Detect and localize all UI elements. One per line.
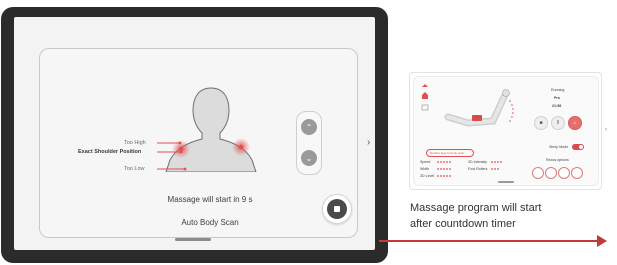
preset-3[interactable] xyxy=(558,167,570,179)
program-name: Pro xyxy=(554,96,560,100)
body-scan-card: Too High Exact Shoulder Position Too Low… xyxy=(39,48,358,238)
recs-label: Recos options xyxy=(546,158,569,162)
chair-illustration xyxy=(444,89,514,127)
move-down-button[interactable]: ⌄ xyxy=(301,150,317,166)
caption-line-1: Massage program will start xyxy=(410,202,542,214)
running-status: Running xyxy=(551,88,565,92)
stop-icon xyxy=(334,206,340,212)
running-screen-thumbnail: Decline legs to body scan Speed Width 3D… xyxy=(409,72,607,190)
move-up-button[interactable]: ⌃ xyxy=(301,119,317,135)
tablet-screen: Too High Exact Shoulder Position Too Low… xyxy=(14,17,375,250)
label-exact-shoulder-position: Exact Shoulder Position xyxy=(78,149,142,155)
transition-arrow-head xyxy=(597,235,607,247)
caption-line-2: after countdown timer xyxy=(410,218,516,230)
countdown-status: Massage will start in 9 s xyxy=(167,195,253,204)
preset-4[interactable] xyxy=(571,167,583,179)
setting-level-dots xyxy=(437,161,451,177)
setting-foot-rollers: Foot Rollers xyxy=(468,167,488,171)
transition-arrow-line xyxy=(379,240,601,242)
preset-1[interactable] xyxy=(532,167,544,179)
home-indicator[interactable] xyxy=(175,238,211,241)
chevron-down-icon: ⌄ xyxy=(305,153,313,163)
home-button-small[interactable]: ⌂ xyxy=(568,116,582,130)
setting-width: Width xyxy=(420,167,430,171)
preset-2[interactable] xyxy=(545,167,557,179)
program-timer: 21:58 xyxy=(552,104,562,108)
stop-button[interactable] xyxy=(322,194,352,224)
label-too-high: Too High xyxy=(124,140,146,146)
setting-level-dots-2 xyxy=(491,161,502,170)
scan-pill[interactable]: Decline legs to body scan xyxy=(426,149,474,157)
setting-3d-level: 3D Level xyxy=(420,174,435,178)
sleep-mode-toggle[interactable] xyxy=(572,144,584,150)
tablet-device: Too High Exact Shoulder Position Too Low… xyxy=(1,7,388,263)
chevron-right-icon: › xyxy=(605,127,607,133)
caption: Massage program will start after countdo… xyxy=(410,200,541,232)
setting-speed: Speed xyxy=(420,160,431,164)
sleep-mode-label: Sleep Mode xyxy=(549,145,569,149)
pause-button-small[interactable]: ‖ xyxy=(551,116,565,130)
shoulder-adjust-control: ⌃ ⌄ xyxy=(296,111,322,175)
nav-icons xyxy=(421,84,429,111)
mode-label: Auto Body Scan xyxy=(181,218,239,227)
chevron-up-icon: ⌃ xyxy=(305,122,313,132)
thumb-home-indicator xyxy=(498,181,514,183)
chevron-right-icon[interactable]: › xyxy=(367,137,370,148)
setting-3d-intensity: 3D Intensity xyxy=(468,160,487,164)
stop-button-small[interactable]: ■ xyxy=(534,116,548,130)
label-too-low: Too Low xyxy=(124,166,145,172)
